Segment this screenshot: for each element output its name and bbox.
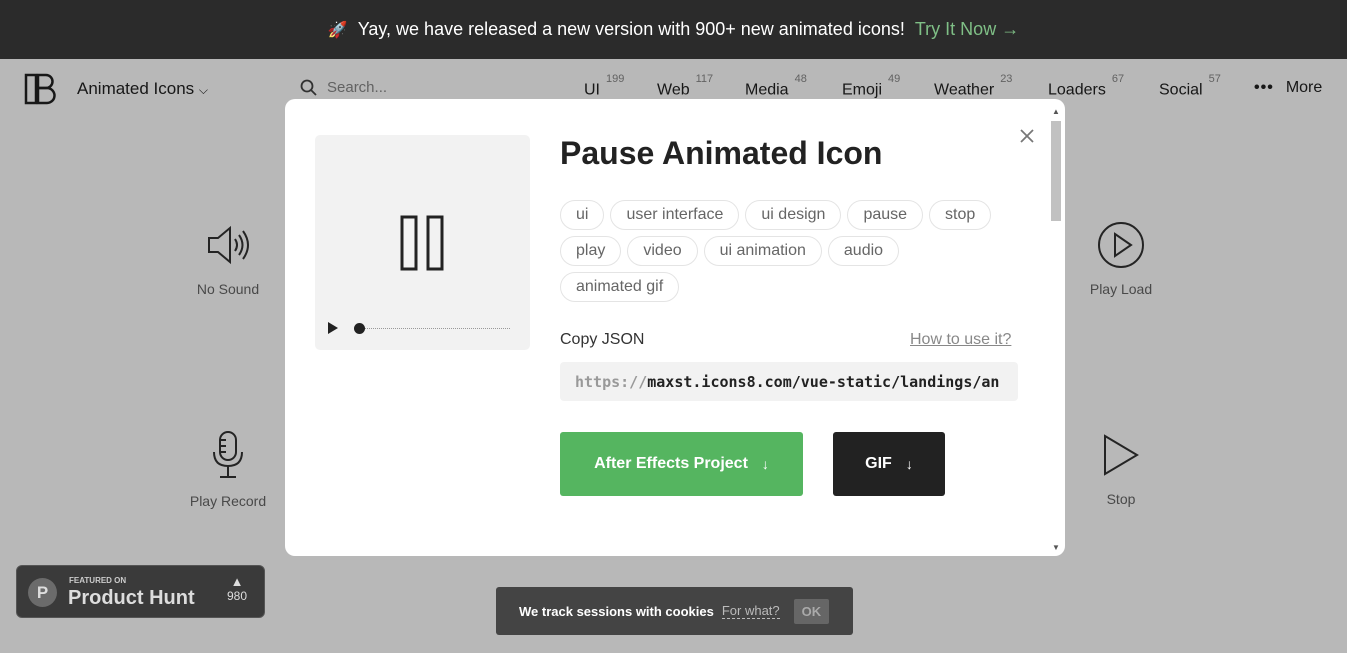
cookie-info-link[interactable]: For what? xyxy=(721,603,780,619)
cookie-text: We track sessions with cookies xyxy=(519,603,714,619)
cookie-banner: We track sessions with cookies For what?… xyxy=(496,587,853,635)
scrubber-handle[interactable] xyxy=(354,323,365,334)
json-url-field[interactable]: https://maxst.icons8.com/vue-static/land… xyxy=(560,362,1018,401)
tag[interactable]: ui xyxy=(560,200,605,230)
gif-download-button[interactable]: GIF ↓ xyxy=(833,432,945,496)
animation-preview xyxy=(315,135,530,350)
tag[interactable]: audio xyxy=(827,236,900,266)
tag[interactable]: play xyxy=(560,236,622,266)
tag[interactable]: pause xyxy=(847,200,924,230)
cookie-ok-button[interactable]: OK xyxy=(793,598,830,624)
tag[interactable]: ui design xyxy=(745,200,842,230)
after-effects-label: After Effects Project xyxy=(594,455,748,472)
upvote-triangle-icon: ▲ xyxy=(230,574,244,589)
modal-title: Pause Animated Icon xyxy=(560,135,883,171)
featured-label: FEATURED ON xyxy=(69,576,127,585)
product-hunt-badge[interactable]: P FEATURED ON Product Hunt ▲ 980 xyxy=(16,565,265,618)
announcement-banner: 🚀 Yay, we have released a new version wi… xyxy=(0,0,1347,59)
scroll-down-icon[interactable]: ▼ xyxy=(1052,543,1060,552)
scrubber-track[interactable] xyxy=(365,328,510,329)
download-arrow-icon: ↓ xyxy=(905,456,913,472)
download-arrow-icon: ↓ xyxy=(761,456,769,472)
copy-json-label: Copy JSON xyxy=(560,331,645,348)
how-to-use-link[interactable]: How to use it? xyxy=(910,331,1011,349)
tag[interactable]: user interface xyxy=(610,200,740,230)
modal-scrollbar[interactable]: ▲ ▼ xyxy=(1049,107,1063,552)
play-button[interactable] xyxy=(327,321,339,335)
close-icon[interactable] xyxy=(1018,127,1036,145)
tag[interactable]: animated gif xyxy=(560,272,680,302)
product-hunt-logo-icon: P xyxy=(28,578,57,607)
pause-icon xyxy=(400,215,444,271)
after-effects-download-button[interactable]: After Effects Project ↓ xyxy=(560,432,803,496)
banner-text: Yay, we have released a new version with… xyxy=(357,19,905,39)
tag[interactable]: video xyxy=(627,236,698,266)
tag[interactable]: ui animation xyxy=(703,236,822,266)
tag-list: ui user interface ui design pause stop p… xyxy=(560,200,1030,308)
gif-label: GIF xyxy=(865,455,892,472)
rocket-icon: 🚀 xyxy=(327,21,348,39)
json-url-protocol: https:// xyxy=(575,373,648,391)
scrollbar-thumb[interactable] xyxy=(1051,121,1061,221)
vote-number: 980 xyxy=(226,589,248,603)
product-hunt-letter: P xyxy=(36,582,49,602)
icon-detail-modal: Pause Animated Icon ui user interface ui… xyxy=(285,99,1065,556)
scroll-up-icon[interactable]: ▲ xyxy=(1052,107,1060,116)
product-hunt-title: Product Hunt xyxy=(68,587,195,609)
tag[interactable]: stop xyxy=(929,200,992,230)
try-it-now-link[interactable]: Try It Now → xyxy=(915,19,1019,40)
json-url-path: maxst.icons8.com/vue-static/landings/an xyxy=(647,373,1000,391)
upvote-count: ▲ 980 xyxy=(224,574,250,603)
